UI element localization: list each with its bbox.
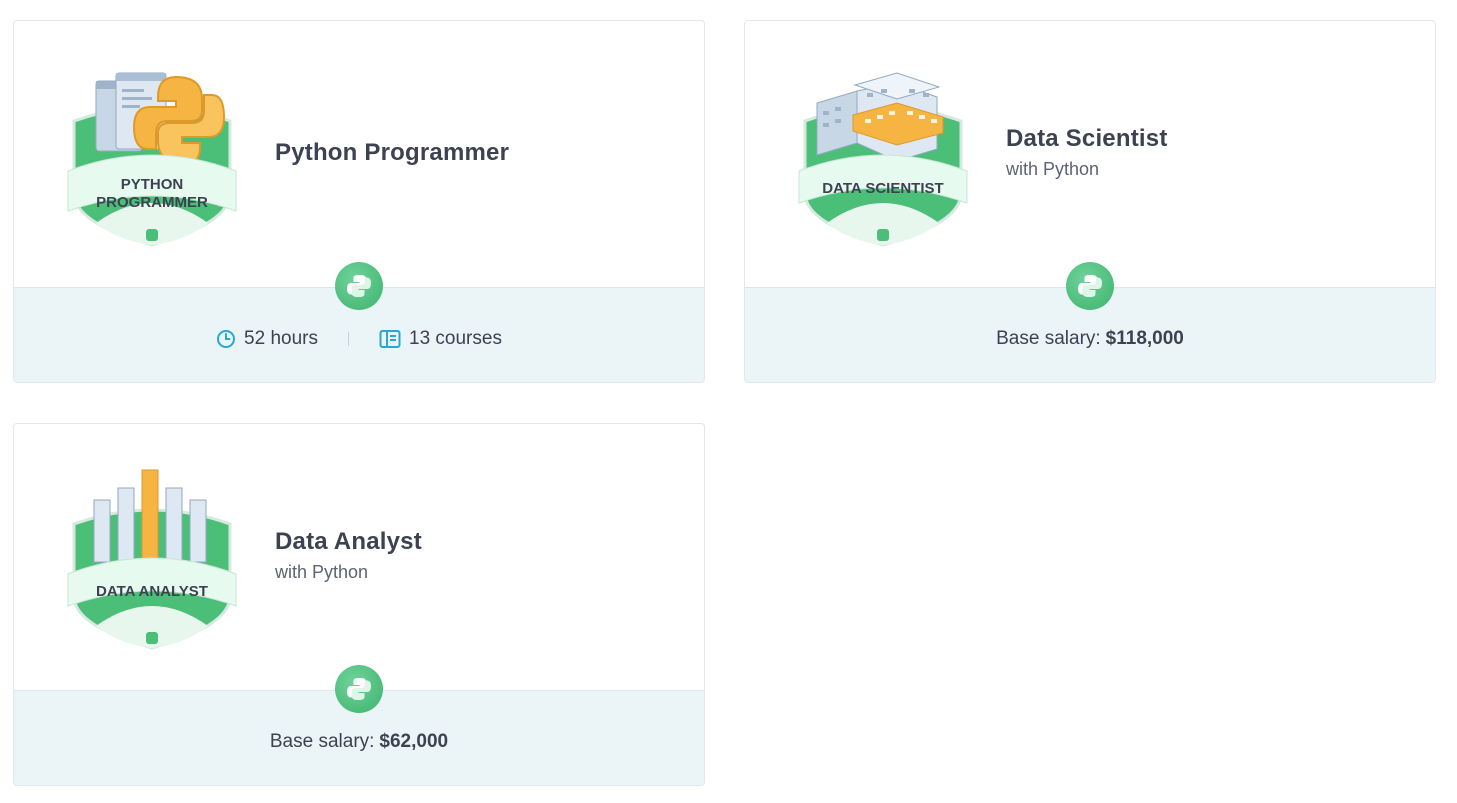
track-title: Python Programmer [275,139,510,166]
salary-row: Base salary: $118,000 [745,324,1435,354]
track-card-data-analyst[interactable]: DATA ANALYST Data Analyst with Python Ba… [13,423,705,786]
divider [348,332,349,346]
track-title: Data Analyst [275,528,422,555]
badge-label: PYTHON [121,176,184,193]
card-meta: 52 hours 13 courses [14,324,704,354]
track-subtitle: with Python [1006,159,1100,179]
hours-label: 52 hours [244,328,318,349]
python-icon [1066,262,1114,310]
track-card-python-programmer[interactable]: PYTHON PROGRAMMER Python Programmer 52 h… [13,20,705,383]
salary-label: Base salary: [996,328,1101,349]
salary-row: Base salary: $62,000 [14,727,704,757]
python-icon [335,262,383,310]
track-subtitle: with Python [275,562,369,582]
python-programmer-badge: PYTHON PROGRAMMER [67,72,237,247]
data-analyst-badge: DATA ANALYST [67,469,237,650]
clock-icon [217,330,236,348]
salary-value: $118,000 [1105,328,1184,349]
python-icon [335,665,383,713]
badge-label: DATA SCIENTIST [822,180,943,197]
courses-label: 13 courses [409,328,502,349]
data-scientist-badge: DATA SCIENTIST [798,72,968,247]
salary-label: Base salary: [269,731,375,752]
track-card-data-scientist[interactable]: DATA SCIENTIST Data Scientist with Pytho… [744,20,1436,383]
badge-label: DATA ANALYST [96,583,208,600]
courses-icon [379,330,401,348]
badge-label: PROGRAMMER [96,194,208,211]
salary-value: $62,000 [379,731,449,752]
track-title: Data Scientist [1006,125,1168,152]
